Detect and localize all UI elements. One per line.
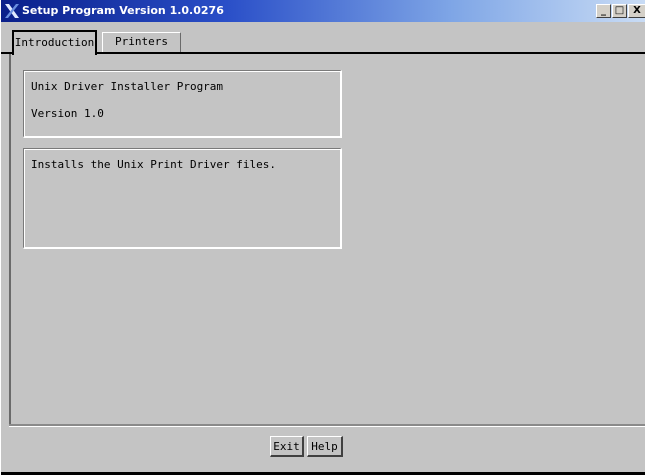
close-button[interactable]: X (628, 4, 645, 18)
exit-button[interactable]: Exit (270, 436, 304, 457)
setup-window: Setup Program Version 1.0.0276 _ □ X Int… (0, 0, 645, 475)
maximize-icon: □ (614, 5, 625, 16)
help-button[interactable]: Help (307, 436, 343, 457)
description-text: Installs the Unix Print Driver files. (31, 158, 277, 171)
maximize-button[interactable]: □ (612, 4, 627, 18)
tab-bar (1, 22, 645, 55)
tab-label: Introduction (14, 36, 95, 49)
x-window-icon (5, 4, 19, 18)
program-version: Version 1.0 (31, 107, 104, 120)
description-box: Installs the Unix Print Driver files. (23, 148, 342, 249)
minimize-icon: _ (601, 5, 606, 16)
tab-label: Printers (115, 35, 168, 48)
close-icon: X (633, 5, 641, 16)
tab-printers[interactable]: Printers (102, 32, 181, 52)
tab-introduction[interactable]: Introduction (12, 30, 97, 55)
title-bar[interactable]: Setup Program Version 1.0.0276 _ □ X (1, 0, 645, 22)
minimize-button[interactable]: _ (596, 4, 611, 18)
program-info-box: Unix Driver Installer Program Version 1.… (23, 70, 342, 138)
window-title: Setup Program Version 1.0.0276 (22, 4, 224, 17)
program-name: Unix Driver Installer Program (31, 80, 224, 93)
